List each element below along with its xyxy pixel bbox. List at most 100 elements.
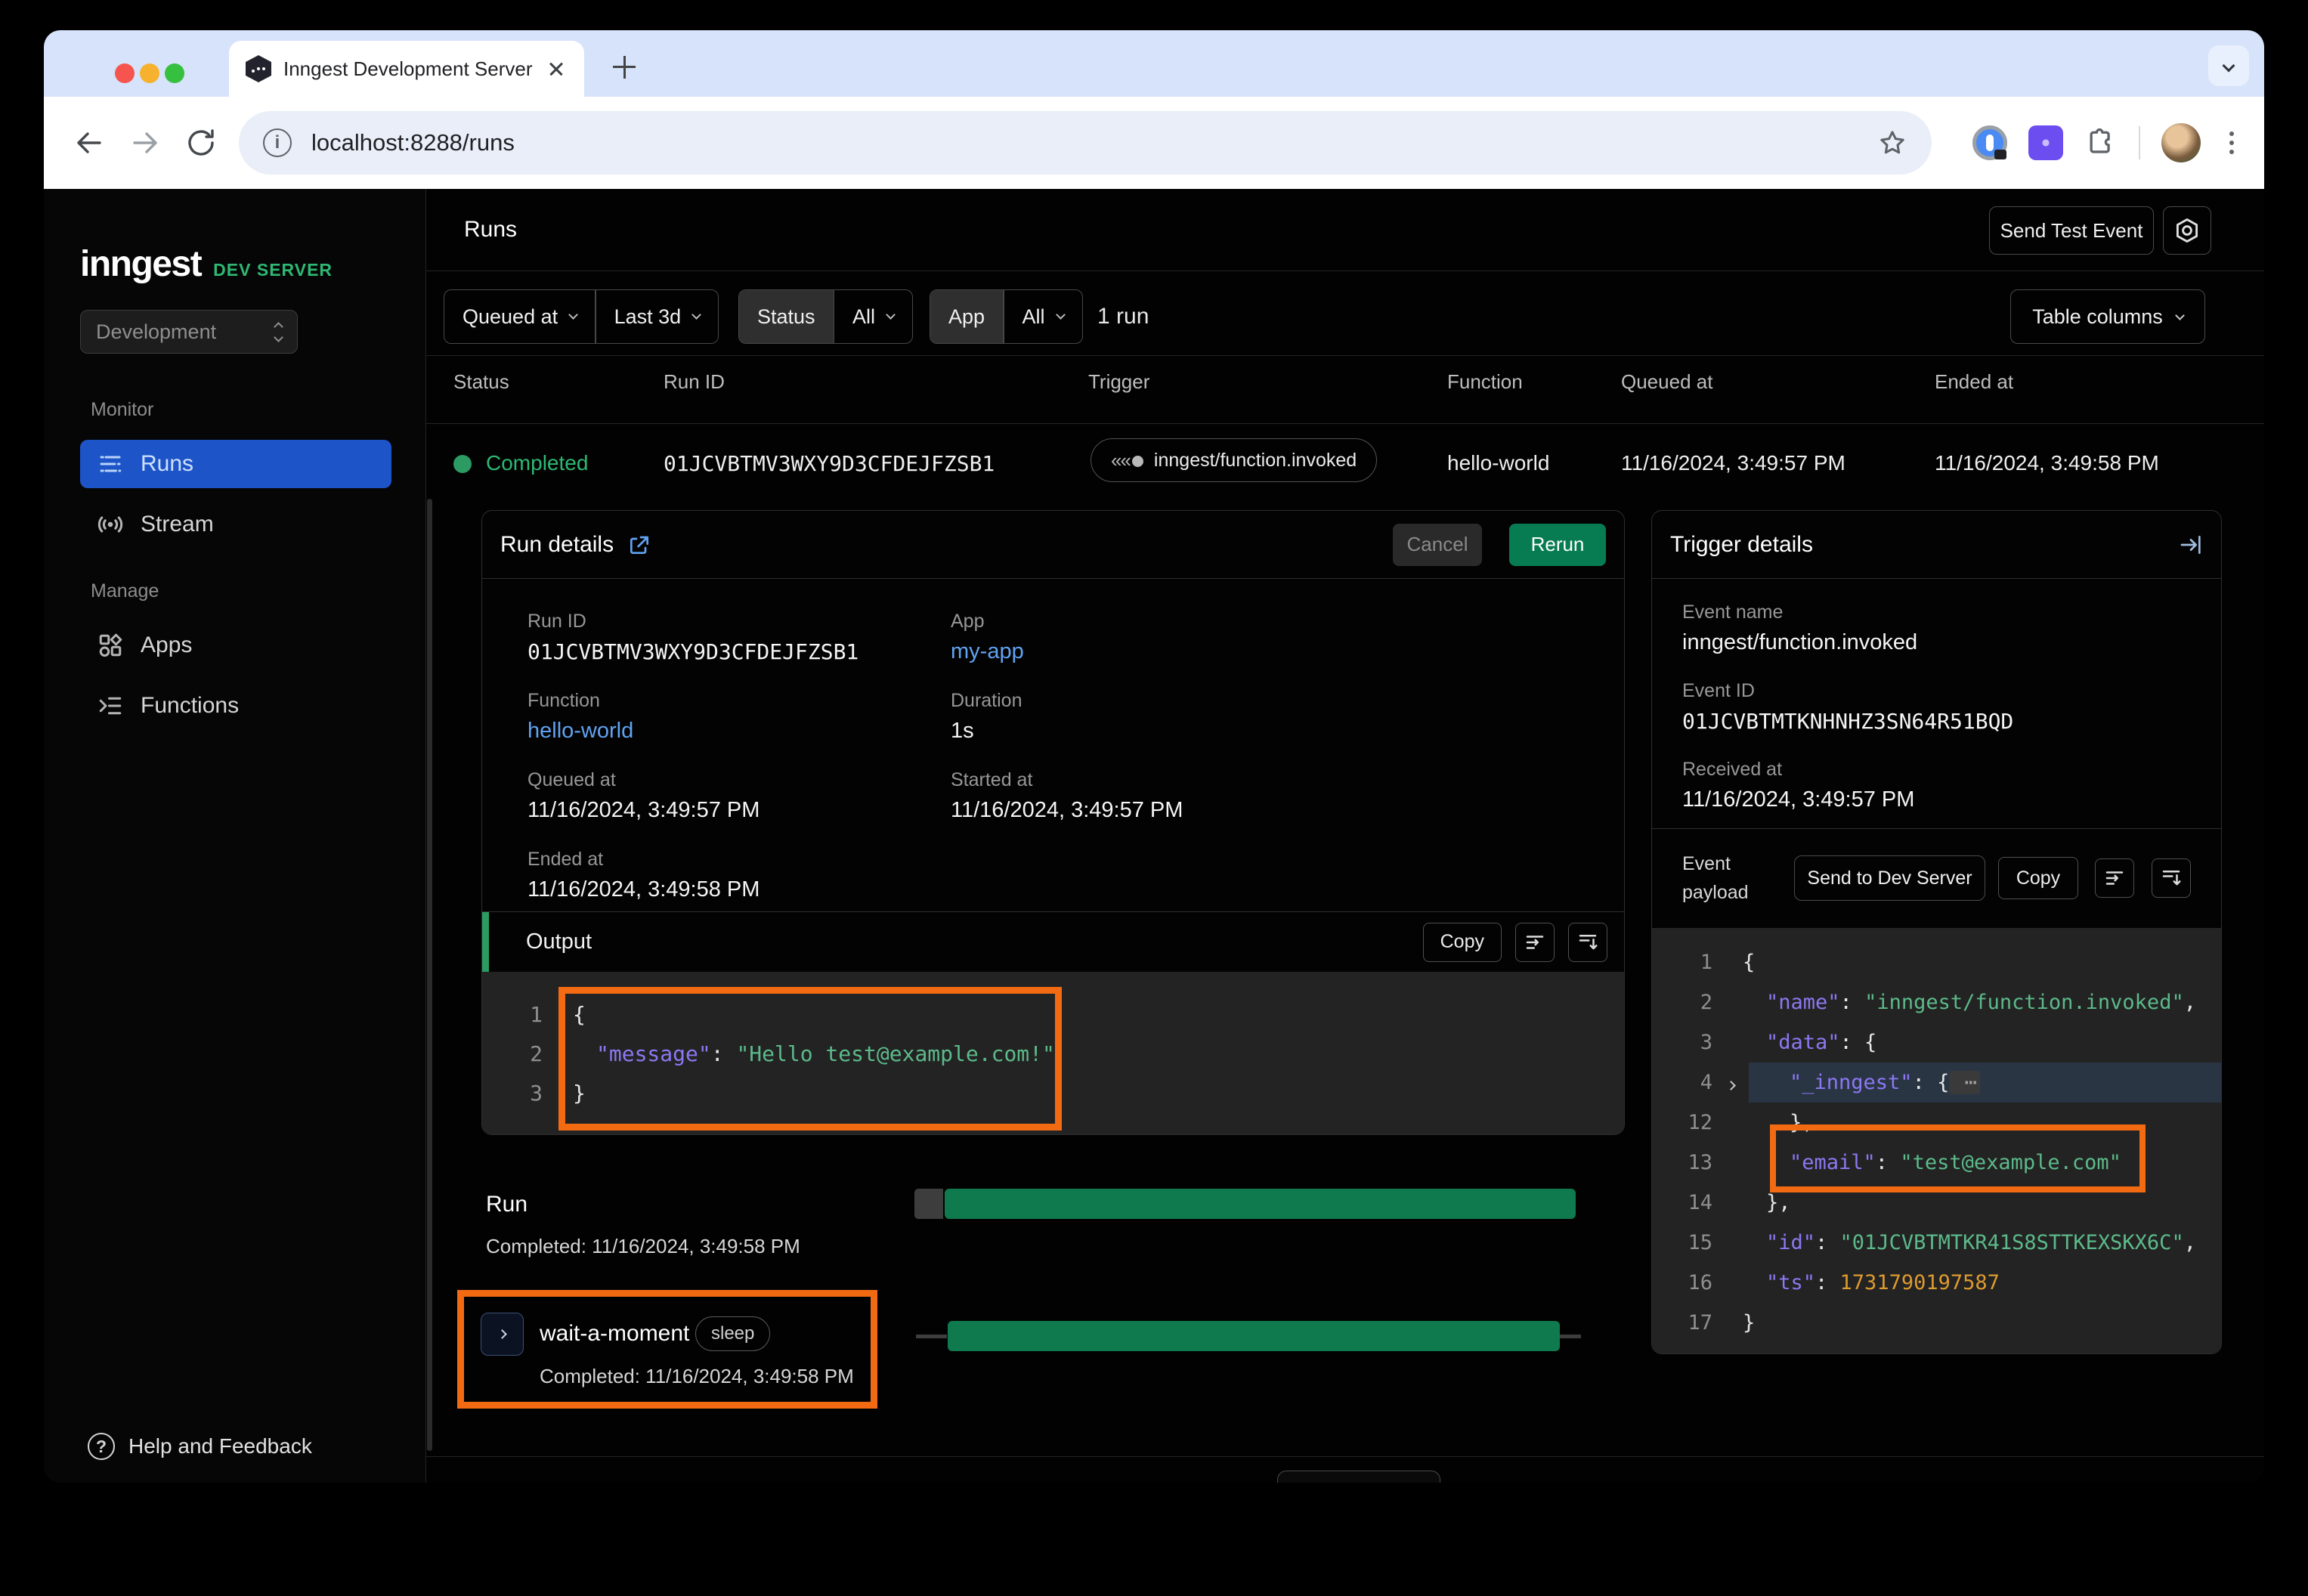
collapse-panel-icon[interactable] xyxy=(2179,533,2203,557)
function-cell[interactable]: hello-world xyxy=(1447,451,1549,475)
queued-at-cell: 11/16/2024, 3:49:57 PM xyxy=(1621,451,1845,475)
word-wrap-button[interactable] xyxy=(1515,923,1555,962)
code-content: { xyxy=(1743,942,1755,982)
duration-value: 1s xyxy=(951,719,1609,744)
timeline-run-bar[interactable] xyxy=(945,1189,1576,1219)
url-bar[interactable]: i localhost:8288/runs xyxy=(239,111,1932,175)
scroll-to-bottom-button[interactable] xyxy=(1568,923,1607,962)
extensions-puzzle-icon[interactable] xyxy=(2084,126,2118,159)
received-at-value: 11/16/2024, 3:49:57 PM xyxy=(1682,787,2198,812)
tab-close-icon[interactable] xyxy=(545,57,568,80)
col-header-ended[interactable]: Ended at xyxy=(1935,370,2013,394)
browser-tab[interactable]: Inngest Development Server xyxy=(229,41,584,97)
line-number: 14 xyxy=(1652,1183,1712,1223)
timeline-run-label[interactable]: Run xyxy=(486,1192,527,1217)
rerun-button[interactable]: Rerun xyxy=(1509,524,1606,566)
environment-select[interactable]: Development xyxy=(80,310,298,354)
purple-extension-icon[interactable] xyxy=(2028,125,2063,160)
sidebar-item-functions[interactable]: Functions xyxy=(80,682,391,730)
field-label: Queued at xyxy=(527,769,951,791)
divider xyxy=(426,1456,2264,1457)
col-header-queued[interactable]: Queued at xyxy=(1621,370,1712,394)
code-line: 16"ts": 1731790197587 xyxy=(1652,1263,2221,1303)
ended-value: 11/16/2024, 3:49:58 PM xyxy=(527,877,951,902)
payload-word-wrap-button[interactable] xyxy=(2095,858,2134,898)
app-filter: App All xyxy=(930,289,1083,344)
back-button[interactable] xyxy=(71,125,107,161)
chevron-down-icon xyxy=(2223,60,2235,73)
trigger-details-fields: Event nameinngest/function.invoked Event… xyxy=(1682,602,2198,837)
table-columns-button[interactable]: Table columns xyxy=(2010,289,2205,344)
send-test-event-button[interactable]: Send Test Event xyxy=(1989,206,2154,255)
settings-gear-button[interactable] xyxy=(2163,206,2211,255)
profile-avatar[interactable] xyxy=(2161,123,2201,162)
scrollbar-thumb[interactable] xyxy=(427,499,432,1451)
code-line: 3"data": { xyxy=(1652,1022,2221,1062)
sidebar-item-apps[interactable]: Apps xyxy=(80,621,391,670)
field-label: Ended at xyxy=(527,849,951,871)
sidebar-item-label: Stream xyxy=(141,512,214,537)
tab-strip: Inngest Development Server xyxy=(44,30,2264,97)
code-line: 15"id": "01JCVBTMTKR41S8STTKEXSKX6C", xyxy=(1652,1223,2221,1263)
highlight-box-output xyxy=(558,987,1062,1130)
timeline-step-bar[interactable] xyxy=(948,1321,1560,1351)
inngest-favicon-icon xyxy=(246,55,271,82)
bookmark-star-icon[interactable] xyxy=(1877,128,1907,158)
output-copy-button[interactable]: Copy xyxy=(1423,923,1502,962)
external-link-icon[interactable] xyxy=(627,533,651,557)
reload-button[interactable] xyxy=(183,125,219,161)
col-header-trigger[interactable]: Trigger xyxy=(1088,370,1149,394)
trigger-badge[interactable]: «« inngest/function.invoked xyxy=(1091,438,1377,482)
sidebar: inngest DEV SERVER Development Monitor R… xyxy=(44,189,426,1483)
time-filter: Queued at Last 3d xyxy=(444,289,719,344)
cutoff-bottom-button[interactable] xyxy=(1277,1471,1440,1483)
window-close-button[interactable] xyxy=(115,63,135,83)
run-id-cell[interactable]: 01JCVBTMV3WXY9D3CFDEJFZSB1 xyxy=(664,451,995,476)
help-and-feedback[interactable]: ? Help and Feedback xyxy=(88,1433,312,1460)
app-filter-dropdown[interactable]: All xyxy=(1004,290,1082,343)
site-info-icon[interactable]: i xyxy=(263,128,292,157)
window-minimize-button[interactable] xyxy=(140,63,159,83)
question-icon: ? xyxy=(88,1433,115,1460)
payload-copy-button[interactable]: Copy xyxy=(1998,857,2078,899)
field-label: Function xyxy=(527,690,951,712)
monitor-section-label: Monitor xyxy=(91,399,153,421)
divider xyxy=(426,423,2264,424)
line-number: 1 xyxy=(1652,942,1712,982)
fold-chevron-icon[interactable] xyxy=(1728,1062,1734,1103)
line-number: 2 xyxy=(482,1035,543,1074)
sidebar-item-stream[interactable]: Stream xyxy=(80,500,391,549)
col-header-status[interactable]: Status xyxy=(453,370,509,394)
gear-icon xyxy=(2173,217,2201,244)
time-range-dropdown[interactable]: Last 3d xyxy=(596,290,719,343)
run-status[interactable]: Completed xyxy=(486,451,588,475)
browser-window: Inngest Development Server i localhost:8… xyxy=(44,30,2264,1483)
status-filter-label: Status xyxy=(739,290,834,343)
url-text[interactable]: localhost:8288/runs xyxy=(311,129,1877,156)
forward-button[interactable] xyxy=(127,125,163,161)
code-content: "ts": 1731790197587 xyxy=(1743,1263,2000,1303)
browser-menu-icon[interactable] xyxy=(2229,141,2234,145)
sidebar-item-runs[interactable]: Runs xyxy=(80,440,391,488)
payload-scroll-to-bottom-button[interactable] xyxy=(2152,858,2191,898)
function-link[interactable]: hello-world xyxy=(527,719,951,744)
app-link[interactable]: my-app xyxy=(951,639,1609,664)
field-label: Started at xyxy=(951,769,1609,791)
sidebar-item-label: Apps xyxy=(141,633,192,658)
new-tab-button[interactable] xyxy=(607,50,642,85)
line-number: 17 xyxy=(1652,1303,1712,1343)
col-header-run-id[interactable]: Run ID xyxy=(664,370,725,394)
password-manager-extension-icon[interactable] xyxy=(1972,125,2007,160)
col-header-function[interactable]: Function xyxy=(1447,370,1523,394)
time-field-dropdown[interactable]: Queued at xyxy=(444,290,595,343)
timeline-step-trail-line xyxy=(1560,1335,1581,1338)
window-zoom-button[interactable] xyxy=(165,63,184,83)
line-number: 13 xyxy=(1652,1143,1712,1183)
status-filter-dropdown[interactable]: All xyxy=(834,290,912,343)
tab-search-button[interactable] xyxy=(2208,45,2249,86)
cancel-button[interactable]: Cancel xyxy=(1393,524,1482,566)
event-payload-label: Event payload xyxy=(1682,849,1781,907)
send-to-dev-server-button[interactable]: Send to Dev Server xyxy=(1794,855,1985,901)
trigger-details-title: Trigger details xyxy=(1670,532,1813,558)
run-details-title: Run details xyxy=(500,532,614,558)
